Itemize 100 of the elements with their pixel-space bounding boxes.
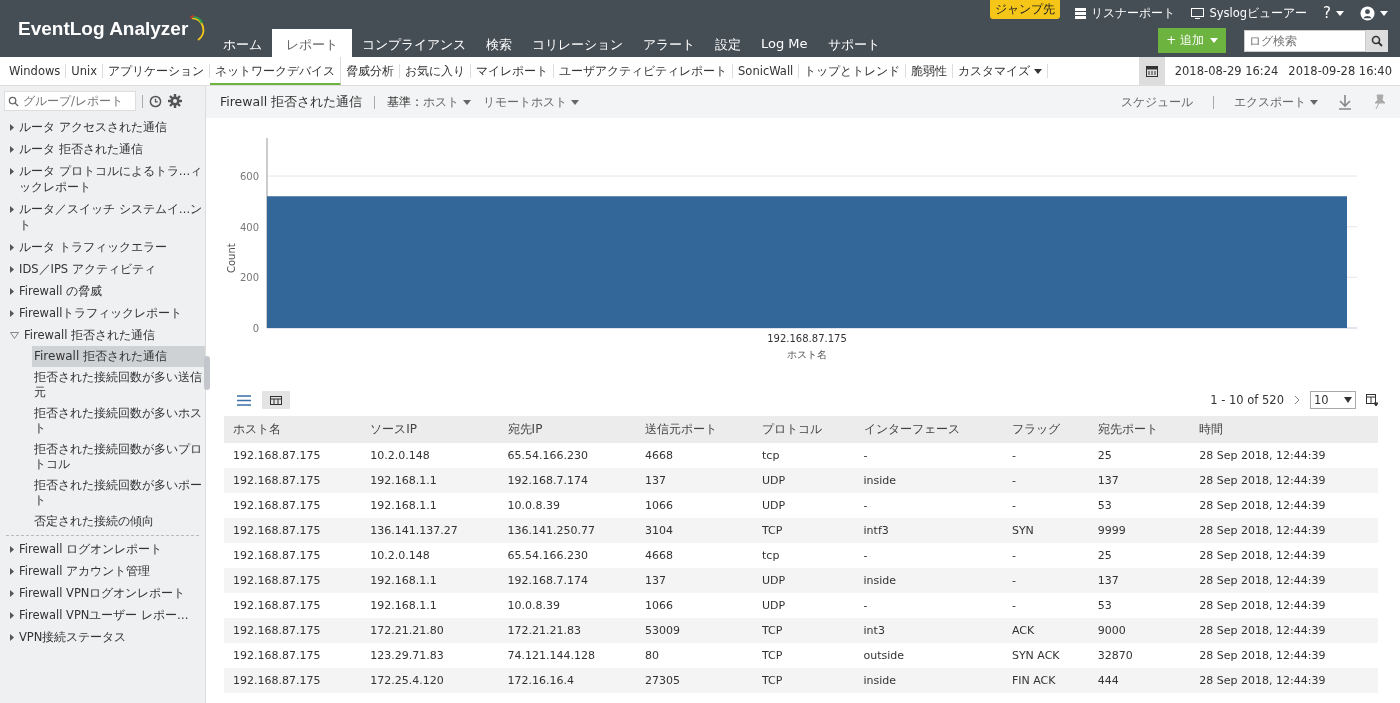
listener-port-link[interactable]: リスナーポート xyxy=(1075,5,1176,21)
nav-tab[interactable]: コンプライアンス xyxy=(352,29,476,57)
report-group[interactable]: Firewall ログオンレポート xyxy=(10,538,205,560)
collapse-handle[interactable] xyxy=(204,356,210,390)
column-header[interactable]: 宛先ポート xyxy=(1088,416,1191,443)
report-item[interactable]: Firewall 拒否された通信 xyxy=(32,346,205,367)
table-cell: 28 Sep 2018, 12:44:39 xyxy=(1190,618,1378,643)
table-cell: 172.21.21.80 xyxy=(361,618,499,643)
nav-tab[interactable]: アラート xyxy=(633,29,705,57)
table-cell: - xyxy=(1002,568,1089,593)
table-cell: 192.168.87.175 xyxy=(224,443,362,468)
remote-host-dropdown[interactable]: リモートホスト xyxy=(483,93,579,111)
table-cell: 137 xyxy=(635,568,754,593)
column-header[interactable]: 時間 xyxy=(1190,416,1378,443)
table-cell: 123.29.71.83 xyxy=(361,643,499,668)
expand-icon xyxy=(10,612,14,619)
next-page-icon[interactable] xyxy=(1294,395,1300,405)
user-menu[interactable] xyxy=(1360,5,1388,21)
export-dropdown[interactable]: エクスポート xyxy=(1234,93,1318,111)
nav-tab[interactable]: Log Me xyxy=(751,29,818,57)
column-header[interactable]: ホスト名 xyxy=(224,416,362,443)
table-cell: 4668 xyxy=(635,443,754,468)
table-cell: 192.168.1.1 xyxy=(361,593,499,618)
report-group[interactable]: ルータ 拒否された通信 xyxy=(10,138,205,160)
download-icon[interactable] xyxy=(1338,94,1352,110)
table-cell: 192.168.87.175 xyxy=(224,618,362,643)
report-item[interactable]: 拒否された接続回数が多いホスト xyxy=(32,403,205,439)
column-header[interactable]: 宛先IP xyxy=(498,416,636,443)
report-item[interactable]: 否定された接続の傾向 xyxy=(32,511,205,532)
category-tab[interactable]: トップとトレンド xyxy=(799,64,907,78)
report-group[interactable]: Firewall VPNユーザー レポー… xyxy=(10,604,205,626)
table-cell: - xyxy=(1002,593,1089,618)
calendar-icon[interactable] xyxy=(1138,57,1165,85)
report-group[interactable]: IDS／IPS アクティビティ xyxy=(10,258,205,280)
table-cell: 53 xyxy=(1088,593,1191,618)
report-group[interactable]: ルータ アクセスされた通信 xyxy=(10,116,205,138)
column-chooser-icon[interactable] xyxy=(1366,394,1378,406)
help-menu[interactable]: ? xyxy=(1323,4,1344,22)
column-header[interactable]: インターフェース xyxy=(854,416,1003,443)
nav-tab[interactable]: レポート xyxy=(272,29,352,57)
search-button[interactable] xyxy=(1366,29,1388,52)
page-size-select[interactable]: 10 xyxy=(1310,391,1356,409)
column-header[interactable]: ソースIP xyxy=(361,416,499,443)
table-cell: tcp xyxy=(753,543,855,568)
category-tab[interactable]: カスタマイズ xyxy=(953,64,1049,78)
app-logo: EventLog Analyzer xyxy=(18,17,189,40)
nav-tab[interactable]: 検索 xyxy=(476,29,522,57)
category-tab[interactable]: お気に入り xyxy=(400,64,472,78)
category-tab[interactable]: Windows xyxy=(4,64,67,78)
table-cell: 4668 xyxy=(635,543,754,568)
nav-tab[interactable]: ホーム xyxy=(213,29,272,57)
table-cell: inside xyxy=(854,568,1003,593)
table-view-button[interactable] xyxy=(262,391,290,409)
category-tab[interactable]: アプリケーション xyxy=(103,64,211,78)
expand-icon xyxy=(10,244,14,251)
expand-icon xyxy=(10,634,14,641)
clock-icon[interactable] xyxy=(149,94,162,108)
table-cell: TCP xyxy=(753,643,855,668)
report-group[interactable]: Firewall の脅威 xyxy=(10,280,205,302)
category-tab[interactable]: ユーザアクティビティレポート xyxy=(554,64,734,78)
jump-badge[interactable]: ジャンプ先 xyxy=(990,0,1060,19)
category-tab[interactable]: マイレポート xyxy=(471,64,555,78)
expand-icon xyxy=(10,206,14,213)
report-group[interactable]: Firewallトラフィックレポート xyxy=(10,302,205,324)
table-cell: 80 xyxy=(635,643,754,668)
column-header[interactable]: フラッグ xyxy=(1002,416,1089,443)
report-group[interactable]: ルータ プロトコルによるトラ…ィックレポート xyxy=(10,160,205,198)
table-cell: 9000 xyxy=(1088,618,1191,643)
category-tab[interactable]: Unix xyxy=(66,64,104,78)
report-group[interactable]: ルータ トラフィックエラー xyxy=(10,236,205,258)
column-header[interactable]: 送信元ポート xyxy=(635,416,754,443)
report-group[interactable]: ルータ／スイッチ システムイ…ント xyxy=(10,198,205,236)
log-search-field[interactable]: ログ検索 xyxy=(1244,29,1366,52)
report-item[interactable]: 拒否された接続回数が多いポート xyxy=(32,475,205,511)
category-tab[interactable]: SonicWall xyxy=(733,64,800,78)
report-search-field[interactable]: グループ/レポート xyxy=(4,91,136,111)
category-tab[interactable]: 脅威分析 xyxy=(341,64,401,78)
report-group[interactable]: VPN接続ステータス xyxy=(10,626,205,648)
report-group[interactable]: Firewall アカウント管理 xyxy=(10,560,205,582)
report-group[interactable]: Firewall VPNログオンレポート xyxy=(10,582,205,604)
nav-tab[interactable]: コリレーション xyxy=(522,29,633,57)
settings-icon[interactable] xyxy=(168,94,182,108)
basis-dropdown[interactable]: 基準 : ホスト xyxy=(387,93,471,111)
nav-tab[interactable]: 設定 xyxy=(705,29,751,57)
report-item[interactable]: 拒否された接続回数が多いプロトコル xyxy=(32,439,205,475)
nav-tab[interactable]: サポート xyxy=(817,29,890,57)
table-cell: ACK xyxy=(1002,618,1089,643)
category-tab[interactable]: 脆弱性 xyxy=(906,64,954,78)
table-cell: 136.141.137.27 xyxy=(361,518,499,543)
report-group[interactable]: Firewall 拒否された通信 xyxy=(10,324,205,346)
search-icon xyxy=(1371,34,1383,47)
table-cell: - xyxy=(854,593,1003,618)
report-item[interactable]: 拒否された接続回数が多い送信元 xyxy=(32,367,205,403)
search-icon xyxy=(8,95,19,107)
schedule-link[interactable]: スケジュール xyxy=(1121,93,1193,111)
syslog-viewer-link[interactable]: Syslogビューアー xyxy=(1191,5,1308,21)
date-from: 2018-08-29 16:24 xyxy=(1174,64,1279,78)
caret-icon xyxy=(1336,10,1344,16)
table-cell: TCP xyxy=(753,618,855,643)
column-header[interactable]: プロトコル xyxy=(753,416,855,443)
